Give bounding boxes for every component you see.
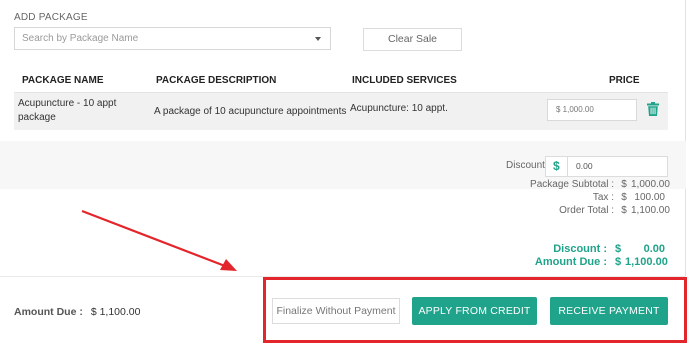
red-arrow-icon bbox=[81, 209, 237, 271]
